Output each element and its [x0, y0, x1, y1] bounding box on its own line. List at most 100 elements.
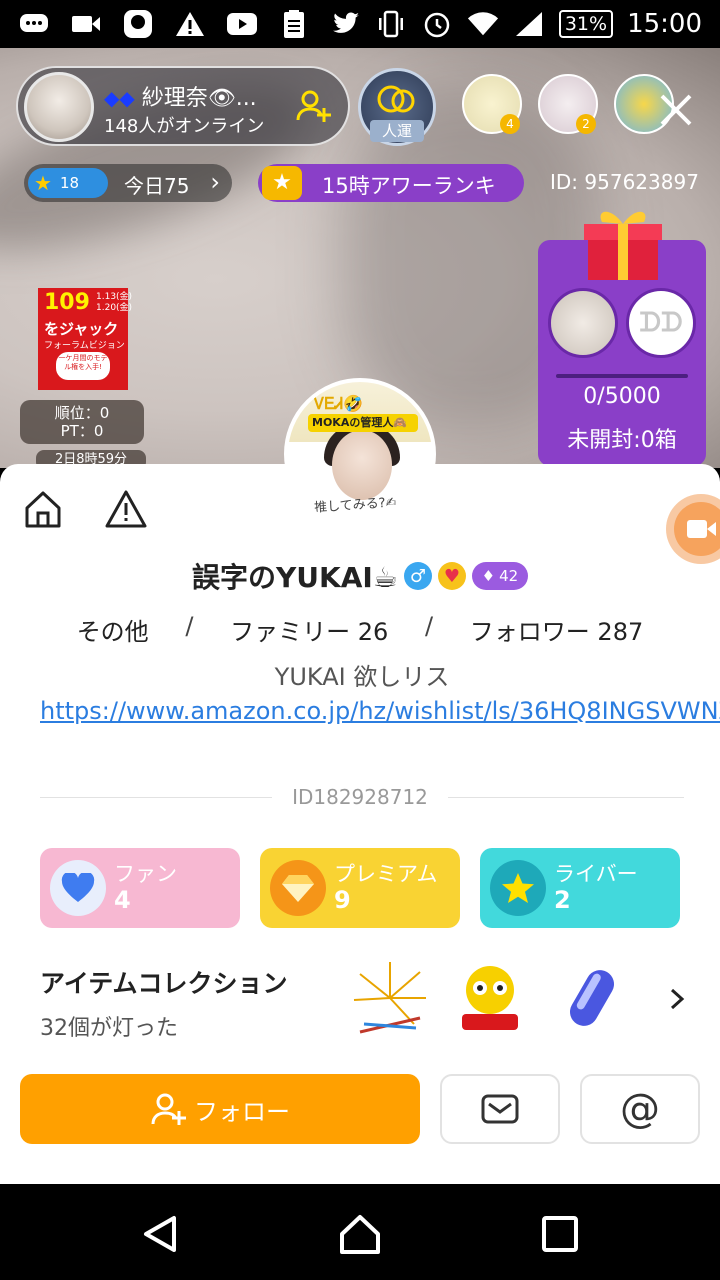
- vibrate-icon: [375, 10, 407, 38]
- host-info-pill[interactable]: ◆◆ 紗理奈👁... 148人がオンライン: [16, 66, 350, 146]
- gift-sender-avatar[interactable]: [548, 288, 618, 358]
- hourly-ranking-pill[interactable]: ★ 15時アワーランキ: [258, 164, 524, 202]
- close-icon[interactable]: [654, 88, 698, 132]
- stat-separator: /: [425, 612, 434, 640]
- camera-button[interactable]: [666, 494, 720, 564]
- viewer-rank-badge: 4: [500, 114, 520, 134]
- stat-other[interactable]: その他: [77, 612, 149, 647]
- gift-progress-bar: [556, 374, 688, 378]
- add-user-icon: [151, 1093, 186, 1125]
- fan-label: ファン: [114, 862, 177, 886]
- premium-card[interactable]: プレミアム 9: [260, 848, 460, 928]
- promo-title: をジャック: [44, 320, 119, 338]
- profile-stats: その他 / ファミリー 26 / フォロワー 287: [0, 612, 720, 647]
- star-icon: [490, 860, 546, 916]
- alarm-icon: [421, 10, 453, 38]
- gift-progress-text: 0/5000: [583, 384, 661, 409]
- gem-icon: ♦: [481, 567, 496, 585]
- rank-points: PT：0: [60, 422, 104, 440]
- avatar-sticker-text: ᏙᎬᏗ🤣: [314, 394, 363, 413]
- avatar-sticker-label: MOKAの管理人🙈: [308, 414, 418, 432]
- luck-label: 人運: [370, 120, 424, 142]
- app-icon: [122, 10, 154, 38]
- capsule-item-icon[interactable]: [552, 958, 632, 1038]
- report-icon[interactable]: [104, 488, 148, 530]
- promo-dates: 1.13(金) 1.20(金): [96, 292, 133, 313]
- chevron-right-icon[interactable]: [662, 984, 692, 1014]
- bio-text: YUKAI 欲しリス: [274, 663, 450, 691]
- youtube-icon: [226, 10, 258, 38]
- collection-subtitle: 32個が灯った: [40, 1016, 178, 1041]
- navigation-bar: [0, 1184, 720, 1280]
- liver-count: 2: [554, 886, 571, 914]
- video-camera-icon: [70, 10, 102, 38]
- recents-icon[interactable]: [538, 1212, 582, 1256]
- viewer-avatar[interactable]: 2: [538, 74, 598, 134]
- mascot-item-icon[interactable]: [450, 958, 530, 1038]
- promo-bubble: 一ケ月間のモデル権を入手!: [56, 352, 110, 380]
- mention-button[interactable]: @: [580, 1074, 700, 1144]
- level-badge: ★ 18: [28, 168, 108, 198]
- avatar-caption: 推してみる?✍: [313, 495, 397, 516]
- fan-count: 4: [114, 886, 131, 914]
- daily-level-pill[interactable]: ★ 18 今日75 ›: [24, 164, 232, 202]
- today-score: 今日75: [124, 174, 190, 198]
- gem-level-badge: ♦ 42: [471, 562, 528, 590]
- video-camera-icon: [687, 520, 716, 538]
- message-button[interactable]: [440, 1074, 560, 1144]
- profile-bio: YUKAI 欲しリス https://www.amazon.co.jp/hz/wi…: [40, 660, 720, 728]
- promo-banner[interactable]: 109 1.13(金) 1.20(金) をジャック フォーラムビジョン 一ケ月間…: [38, 288, 132, 390]
- host-avatar[interactable]: [24, 72, 94, 142]
- fan-card[interactable]: ファン 4: [40, 848, 240, 928]
- follow-button[interactable]: フォロー: [20, 1074, 420, 1144]
- profile-sheet: ᏙᎬᏗ🤣 MOKAの管理人🙈 推してみる?✍ 誤字のYUKAI☕ ♂ ♥ ♦ 42…: [0, 378, 720, 1184]
- wifi-icon: [467, 10, 499, 38]
- diamond-icon: ◆◆: [104, 86, 135, 110]
- live-id: ID: 957623897: [550, 170, 699, 194]
- event-rank-box[interactable]: 順位：0 PT：0: [20, 400, 144, 444]
- bio-link[interactable]: https://www.amazon.co.jp/hz/wishlist/ls/…: [40, 697, 720, 725]
- premium-count: 9: [334, 886, 351, 914]
- profile-name: 誤字のYUKAI☕: [192, 561, 398, 594]
- viewer-avatar[interactable]: 4: [462, 74, 522, 134]
- heart-icon: [50, 860, 106, 916]
- stat-cards: ファン 4 プレミアム 9 ライバー 2: [40, 848, 680, 928]
- premium-label: プレミアム: [334, 862, 438, 886]
- back-icon[interactable]: [138, 1212, 182, 1256]
- star-icon: ★: [34, 171, 52, 195]
- status-bar: 31% 15:00: [0, 0, 720, 48]
- liver-card[interactable]: ライバー 2: [480, 848, 680, 928]
- hourly-ranking-label: 15時アワーランキ: [322, 174, 496, 198]
- coffee-emoji: ☕: [372, 561, 398, 594]
- gift-box-icon[interactable]: [582, 198, 664, 282]
- gift-unopened-text: 未開封:0箱: [567, 428, 677, 453]
- divider: [40, 797, 272, 798]
- host-online-count: 148人がオンライン: [104, 116, 265, 137]
- profile-avatar[interactable]: ᏙᎬᏗ🤣 MOKAの管理人🙈 推してみる?✍: [284, 378, 436, 530]
- crown-star-icon: ★: [262, 166, 302, 200]
- profile-name-row: 誤字のYUKAI☕ ♂ ♥ ♦ 42: [0, 556, 720, 596]
- fireworks-item-icon[interactable]: [350, 958, 430, 1038]
- gift-mascot-avatar[interactable]: ᗪᗪ: [626, 288, 696, 358]
- heart-badge-icon: ♥: [437, 562, 466, 590]
- viewer-rank-badge: 2: [576, 114, 596, 134]
- avatar-face: [332, 430, 392, 500]
- twitter-icon: [330, 10, 362, 38]
- mail-icon: [481, 1094, 519, 1124]
- liver-label: ライバー: [554, 862, 638, 886]
- add-friend-icon[interactable]: [294, 86, 334, 126]
- host-name: ◆◆ 紗理奈👁...: [104, 86, 257, 111]
- diamond-icon: [270, 860, 326, 916]
- collection-title[interactable]: アイテムコレクション: [40, 964, 288, 1000]
- user-id: ID182928712: [292, 785, 428, 809]
- chevron-right-icon: ›: [210, 168, 220, 196]
- stat-followers[interactable]: フォロワー 287: [470, 612, 643, 647]
- stat-separator: /: [185, 612, 194, 640]
- signal-icon: [513, 10, 545, 38]
- promo-number: 109: [44, 290, 90, 315]
- clock: 15:00: [627, 9, 702, 39]
- home-nav-icon[interactable]: [338, 1212, 382, 1256]
- home-icon[interactable]: [22, 488, 64, 530]
- clipboard-icon: [278, 10, 310, 38]
- stat-family[interactable]: ファミリー 26: [230, 612, 388, 647]
